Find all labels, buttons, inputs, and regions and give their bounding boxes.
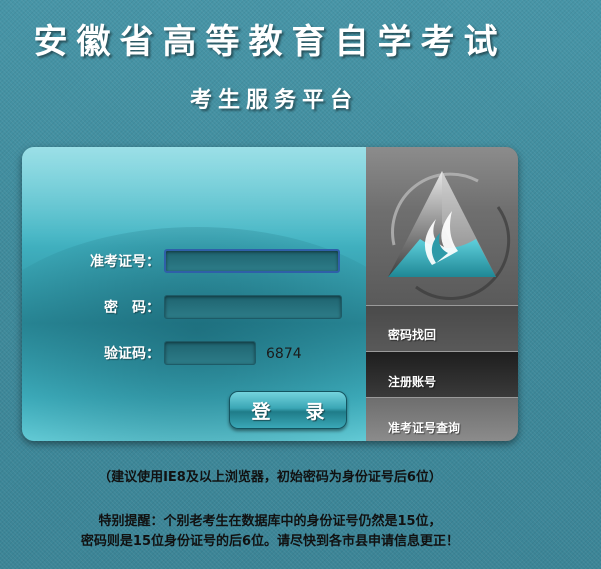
side-menu: 密码找回 注册账号 准考证号查询 bbox=[366, 147, 518, 441]
login-form-area: 准考证号： 密 码： 验证码： 6874 登 录 bbox=[22, 147, 432, 441]
password-label: 密 码： bbox=[104, 300, 160, 316]
captcha-label: 验证码： bbox=[104, 346, 160, 362]
browser-tip: （建议使用IE8及以上浏览器，初始密码为身份证号后6位） bbox=[98, 470, 442, 485]
page-title: 安徽省高等教育自学考试 bbox=[33, 22, 507, 62]
captcha-code[interactable]: 6874 bbox=[266, 341, 302, 367]
reminder-line-1: 特别提醒：个别老考生在数据库中的身份证号仍然是15位， bbox=[98, 514, 442, 529]
menu-item-password-recovery[interactable]: 密码找回 bbox=[366, 305, 518, 351]
password-input[interactable] bbox=[164, 295, 342, 319]
mountain-flame-logo-icon bbox=[388, 171, 511, 300]
menu-item-exam-id-lookup[interactable]: 准考证号查询 bbox=[366, 397, 518, 441]
page-subtitle: 考生服务平台 bbox=[189, 87, 358, 113]
captcha-input[interactable] bbox=[164, 341, 256, 365]
exam-id-input[interactable] bbox=[164, 249, 340, 273]
login-panel: 准考证号： 密 码： 验证码： 6874 登 录 密码找回 注册账号 准考证号查… bbox=[22, 147, 518, 441]
logo-area bbox=[366, 147, 518, 305]
menu-item-register-account[interactable]: 注册账号 bbox=[366, 351, 518, 397]
login-button[interactable]: 登 录 bbox=[229, 391, 347, 429]
exam-id-label: 准考证号： bbox=[90, 254, 160, 270]
reminder-line-2: 密码则是15位身份证号的后6位。请尽快到各市县申请信息更正！ bbox=[80, 534, 460, 549]
